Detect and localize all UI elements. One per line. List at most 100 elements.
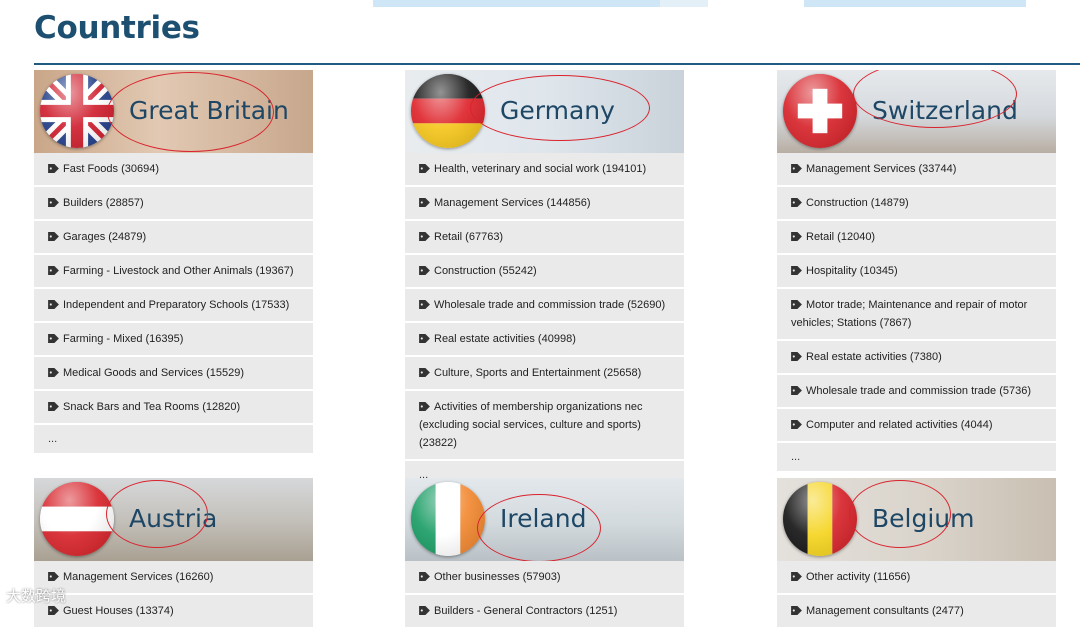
- country-card-austria: Austria Management Services (16260) Gues…: [34, 478, 313, 629]
- category-label: Snack Bars and Tea Rooms (12820): [63, 401, 241, 413]
- tag-icon: [791, 232, 802, 241]
- list-item[interactable]: Wholesale trade and commission trade (52…: [405, 289, 684, 323]
- annotation-circle: [107, 72, 274, 152]
- belgium-flag-icon: [783, 482, 857, 556]
- country-card-belgium: Belgium Other activity (11656) Managemen…: [777, 478, 1056, 629]
- category-label: Motor trade; Maintenance and repair of m…: [791, 299, 1028, 329]
- country-banner[interactable]: Great Britain: [34, 70, 313, 153]
- list-item[interactable]: Real estate activities (7380): [777, 341, 1056, 375]
- list-item[interactable]: Construction (55242): [405, 255, 684, 289]
- list-item[interactable]: Medical Goods and Services (15529): [34, 357, 313, 391]
- category-list: Other businesses (57903) Builders - Gene…: [405, 561, 684, 629]
- tag-icon: [791, 266, 802, 275]
- more-link[interactable]: ...: [777, 443, 1056, 471]
- tag-icon: [419, 232, 430, 241]
- list-item[interactable]: Other activity (11656): [777, 561, 1056, 595]
- tag-icon: [48, 232, 59, 241]
- list-item[interactable]: Garages (24879): [34, 221, 313, 255]
- country-banner[interactable]: Germany: [405, 70, 684, 153]
- category-label: Other activity (11656): [806, 571, 911, 583]
- category-label: Wholesale trade and commission trade (52…: [434, 299, 666, 311]
- list-item[interactable]: Builders (28857): [34, 187, 313, 221]
- country-card-great-britain: Great Britain Fast Foods (30694) Builder…: [34, 70, 313, 453]
- list-item[interactable]: Builders - General Contractors (1251): [405, 595, 684, 629]
- austria-flag-icon: [40, 482, 114, 556]
- tag-icon: [791, 198, 802, 207]
- category-list: Management Services (16260) Guest Houses…: [34, 561, 313, 629]
- list-item[interactable]: Independent and Preparatory Schools (175…: [34, 289, 313, 323]
- tag-icon: [48, 402, 59, 411]
- page-title: Countries: [34, 10, 200, 46]
- list-item[interactable]: Real estate activities (40998): [405, 323, 684, 357]
- tag-icon: [791, 572, 802, 581]
- tag-icon: [48, 572, 59, 581]
- list-item[interactable]: Motor trade; Maintenance and repair of m…: [777, 289, 1056, 341]
- country-banner[interactable]: Austria: [34, 478, 313, 561]
- category-label: Real estate activities (7380): [806, 351, 942, 363]
- category-label: Builders (28857): [63, 197, 144, 209]
- list-item[interactable]: Management Services (144856): [405, 187, 684, 221]
- tag-icon: [791, 606, 802, 615]
- category-label: Farming - Livestock and Other Animals (1…: [63, 265, 294, 277]
- list-item[interactable]: Culture, Sports and Entertainment (25658…: [405, 357, 684, 391]
- list-item[interactable]: Retail (12040): [777, 221, 1056, 255]
- category-label: Fast Foods (30694): [63, 163, 159, 175]
- tag-icon: [48, 606, 59, 615]
- country-banner[interactable]: Switzerland: [777, 70, 1056, 153]
- category-label: Independent and Preparatory Schools (175…: [63, 299, 290, 311]
- more-link[interactable]: ...: [34, 425, 313, 453]
- tag-icon: [791, 164, 802, 173]
- country-banner[interactable]: Belgium: [777, 478, 1056, 561]
- title-divider: [34, 63, 1080, 65]
- category-label: Other businesses (57903): [434, 571, 561, 583]
- list-item[interactable]: Activities of membership organizations n…: [405, 391, 684, 461]
- category-label: Medical Goods and Services (15529): [63, 367, 244, 379]
- category-label: Construction (14879): [806, 197, 909, 209]
- category-label: Health, veterinary and social work (1941…: [434, 163, 647, 175]
- annotation-circle: [477, 494, 601, 561]
- list-item[interactable]: Management Services (33744): [777, 153, 1056, 187]
- list-item[interactable]: Management Services (16260): [34, 561, 313, 595]
- tag-icon: [48, 266, 59, 275]
- list-item[interactable]: Fast Foods (30694): [34, 153, 313, 187]
- watermark-text: 大数跨境: [6, 588, 67, 605]
- category-label: Management Services (16260): [63, 571, 214, 583]
- list-item[interactable]: Guest Houses (13374): [34, 595, 313, 629]
- annotation-circle: [470, 75, 650, 141]
- category-label: Wholesale trade and commission trade (57…: [806, 385, 1032, 397]
- category-label: Retail (67763): [434, 231, 504, 243]
- list-item[interactable]: Farming - Mixed (16395): [34, 323, 313, 357]
- category-label: Construction (55242): [434, 265, 537, 277]
- annotation-circle: [106, 480, 208, 548]
- category-label: Hospitality (10345): [806, 265, 898, 277]
- category-label: Activities of membership organizations n…: [419, 401, 643, 449]
- list-item[interactable]: Health, veterinary and social work (1941…: [405, 153, 684, 187]
- tag-icon: [419, 164, 430, 173]
- country-card-ireland: Ireland Other businesses (57903) Builder…: [405, 478, 684, 629]
- category-label: Culture, Sports and Entertainment (25658…: [434, 367, 642, 379]
- list-item[interactable]: Retail (67763): [405, 221, 684, 255]
- tag-icon: [419, 606, 430, 615]
- country-card-germany: Germany Health, veterinary and social wo…: [405, 70, 684, 489]
- tag-icon: [419, 368, 430, 377]
- list-item[interactable]: Construction (14879): [777, 187, 1056, 221]
- tag-icon: [48, 164, 59, 173]
- country-banner[interactable]: Ireland: [405, 478, 684, 561]
- annotation-circle: [849, 480, 951, 548]
- tag-icon: [791, 386, 802, 395]
- tag-icon: [419, 572, 430, 581]
- list-item[interactable]: Management consultants (2477): [777, 595, 1056, 629]
- list-item[interactable]: Hospitality (10345): [777, 255, 1056, 289]
- tag-icon: [791, 420, 802, 429]
- list-item[interactable]: Farming - Livestock and Other Animals (1…: [34, 255, 313, 289]
- list-item[interactable]: Snack Bars and Tea Rooms (12820): [34, 391, 313, 425]
- category-list: Health, veterinary and social work (1941…: [405, 153, 684, 489]
- category-label: Guest Houses (13374): [63, 605, 174, 617]
- list-item[interactable]: Other businesses (57903): [405, 561, 684, 595]
- list-item[interactable]: Computer and related activities (4044): [777, 409, 1056, 443]
- tag-icon: [791, 300, 802, 309]
- ireland-flag-icon: [411, 482, 485, 556]
- tag-icon: [48, 198, 59, 207]
- list-item[interactable]: Wholesale trade and commission trade (57…: [777, 375, 1056, 409]
- tag-icon: [48, 334, 59, 343]
